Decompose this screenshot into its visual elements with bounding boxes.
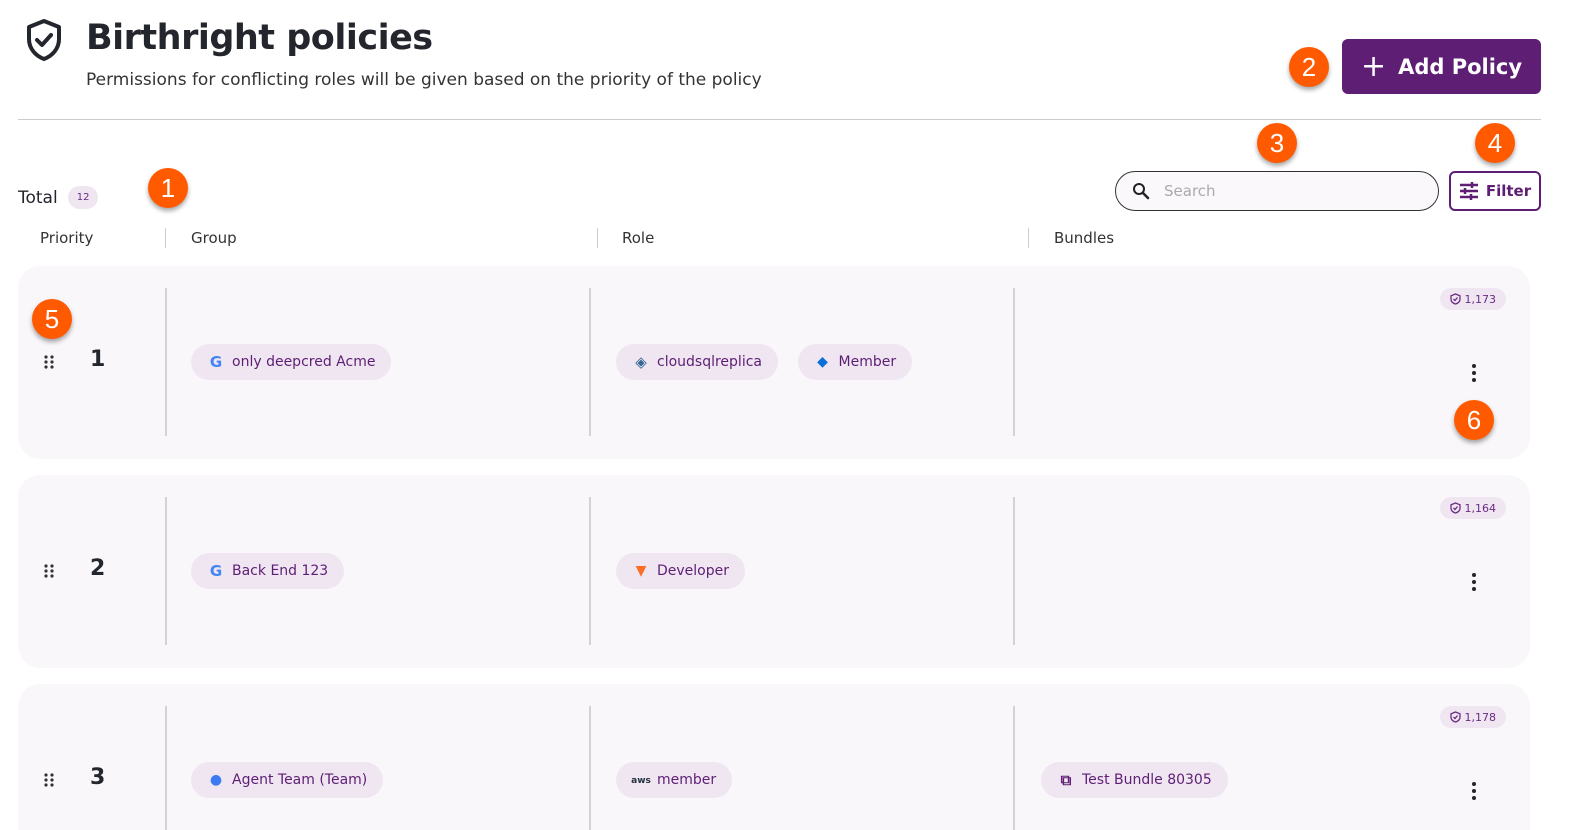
total-badge: 12 — [67, 186, 99, 209]
column-divider — [597, 228, 598, 248]
google-icon: G — [209, 353, 223, 371]
column-divider — [165, 228, 166, 248]
divider — [18, 119, 1541, 120]
policy-id: 1,178 — [1464, 710, 1497, 724]
drag-handle-icon[interactable] — [44, 354, 54, 370]
filter-button[interactable]: Filter — [1449, 171, 1541, 211]
column-header-role: Role — [622, 229, 655, 247]
role-chip[interactable]: ◈ cloudsqlreplica — [616, 344, 778, 380]
filter-label: Filter — [1485, 182, 1532, 200]
bundle-label: Test Bundle 80305 — [1082, 772, 1212, 788]
annotation-marker: 4 — [1475, 123, 1515, 163]
drag-handle-icon[interactable] — [44, 772, 54, 788]
role-chip[interactable]: aws member — [616, 762, 733, 798]
role-label: Member — [838, 354, 897, 370]
column-divider — [589, 288, 591, 436]
column-divider — [165, 288, 167, 436]
column-divider — [1013, 706, 1015, 830]
column-divider — [589, 497, 591, 645]
group-chip[interactable]: G Back End 123 — [191, 553, 345, 589]
column-divider — [165, 497, 167, 645]
role-chip[interactable]: ◆ Member — [797, 344, 913, 380]
role-label: Developer — [657, 563, 730, 579]
column-divider — [1013, 497, 1015, 645]
priority-value: 3 — [90, 765, 106, 790]
table-row: 3 ● Agent Team (Team) aws member ⧉ Test Bundle… — [18, 684, 1530, 830]
more-options-icon[interactable] — [1468, 780, 1480, 802]
google-icon: G — [209, 562, 223, 580]
bundle-chip[interactable]: ⧉ Test Bundle 80305 — [1041, 762, 1228, 798]
column-divider — [165, 706, 167, 830]
policy-id: 1,173 — [1464, 292, 1497, 306]
table-row: 2 G Back End 123 ▼ Developer 1,164 — [18, 475, 1530, 668]
priority-value: 2 — [90, 556, 106, 581]
column-header-priority: Priority — [40, 229, 94, 247]
role-label: cloudsqlreplica — [657, 354, 762, 370]
column-header-group: Group — [191, 229, 237, 247]
postgresql-icon: ◈ — [635, 353, 647, 371]
more-options-icon[interactable] — [1468, 362, 1480, 384]
search-input[interactable] — [1164, 182, 1414, 200]
shield-check-icon — [1449, 502, 1461, 514]
annotation-marker: 1 — [148, 168, 188, 208]
search-field[interactable] — [1115, 171, 1439, 211]
group-label: only deepcred Acme — [232, 354, 376, 370]
page-subtitle: Permissions for conflicting roles will b… — [86, 70, 762, 90]
shield-check-icon — [1449, 293, 1461, 305]
shield-check-icon — [27, 19, 61, 61]
group-chip[interactable]: Gonly deepcred Acme — [191, 344, 392, 380]
role-label: member — [657, 772, 717, 788]
add-policy-label: Add Policy — [1398, 54, 1523, 79]
group-chip[interactable]: ● Agent Team (Team) — [191, 762, 384, 798]
sliders-icon — [1459, 182, 1478, 200]
page-title: Birthright policies — [86, 18, 433, 58]
shield-check-icon — [1449, 711, 1461, 723]
more-options-icon[interactable] — [1468, 571, 1480, 593]
policy-id-badge: 1,178 — [1439, 706, 1506, 728]
plus-icon: + — [1360, 48, 1387, 84]
search-icon — [1133, 183, 1150, 200]
column-header-bundles: Bundles — [1054, 229, 1115, 247]
drag-handle-icon[interactable] — [44, 563, 54, 579]
annotation-marker: 6 — [1454, 400, 1494, 440]
person-icon: ● — [209, 772, 223, 788]
column-divider — [589, 706, 591, 830]
annotation-marker: 5 — [32, 299, 72, 339]
aws-icon: aws — [631, 775, 651, 786]
add-policy-button[interactable]: + Add Policy — [1342, 39, 1541, 94]
column-divider — [1013, 288, 1015, 436]
annotation-marker: 3 — [1257, 123, 1297, 163]
policy-id-badge: 1,173 — [1439, 288, 1506, 310]
bundle-icon: ⧉ — [1060, 771, 1072, 789]
policy-id: 1,164 — [1464, 501, 1497, 515]
group-label: Back End 123 — [232, 563, 329, 579]
column-divider — [1028, 228, 1029, 248]
gitlab-icon: ▼ — [635, 563, 647, 579]
azure-icon: ◆ — [817, 354, 828, 370]
role-chip[interactable]: ▼ Developer — [616, 553, 746, 589]
annotation-marker: 2 — [1289, 47, 1329, 87]
policy-id-badge: 1,164 — [1439, 497, 1506, 519]
table-row: 1 Gonly deepcred Acme ◈ cloudsqlreplica ◆ Mem… — [18, 266, 1530, 459]
priority-value: 1 — [90, 347, 106, 372]
total-count: Total 12 — [18, 186, 99, 209]
total-label: Total — [18, 187, 58, 208]
group-label: Agent Team (Team) — [232, 772, 368, 788]
